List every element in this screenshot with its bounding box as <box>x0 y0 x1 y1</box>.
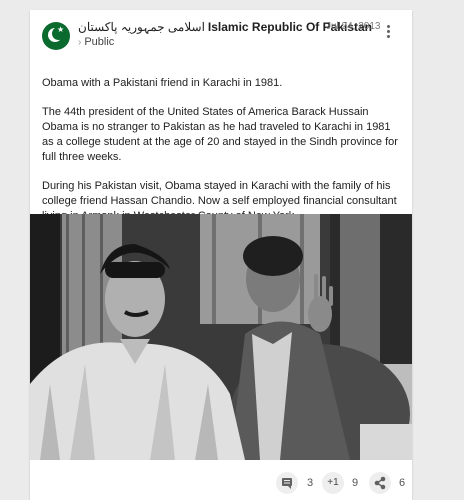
post-header: ★ اسلامی جمہوریہ پاکستان Islamic Republic… <box>30 10 412 70</box>
post-date[interactable]: Jul 24, 2013 <box>326 21 381 32</box>
post-photo[interactable] <box>30 214 412 460</box>
more-vert-icon[interactable] <box>384 24 392 40</box>
comment-count: 3 <box>307 477 314 489</box>
post-photo-image <box>30 214 412 460</box>
share-button[interactable] <box>369 472 391 494</box>
post-actions: 3 +1 9 6 <box>30 468 412 498</box>
comment-button[interactable] <box>276 472 298 494</box>
post-card: ★ اسلامی جمہوریہ پاکستان Islamic Republic… <box>30 10 412 500</box>
post-paragraph: The 44th president of the United States … <box>42 106 398 163</box>
share-count: 6 <box>399 477 406 489</box>
author-name-urdu: اسلامی جمہوریہ پاکستان <box>78 20 205 34</box>
share-icon <box>374 476 386 490</box>
comment-icon <box>282 478 292 489</box>
plus-one-count: 9 <box>352 477 359 489</box>
post-visibility[interactable]: › Public <box>78 36 114 48</box>
post-paragraph: Obama with a Pakistani friend in Karachi… <box>42 77 283 89</box>
plus-one-button[interactable]: +1 <box>322 472 344 494</box>
chevron-right-icon: › <box>78 37 82 48</box>
visibility-label: Public <box>84 36 115 48</box>
pakistan-flag-icon[interactable]: ★ <box>42 22 70 50</box>
